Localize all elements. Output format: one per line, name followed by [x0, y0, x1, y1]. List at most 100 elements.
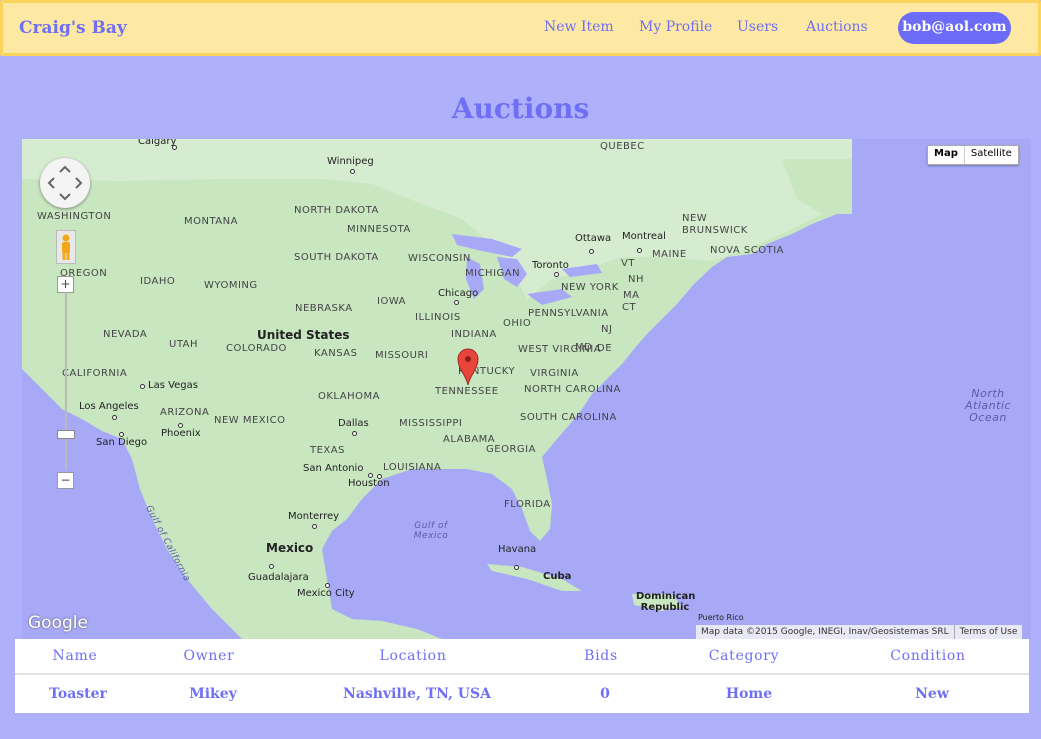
map-label-north-carolina: NORTH CAROLINA	[524, 384, 621, 395]
map-label-guadalajara: Guadalajara	[248, 572, 309, 583]
map-label-illinois: ILLINOIS	[415, 312, 461, 323]
map-label-georgia: GEORGIA	[486, 444, 536, 455]
terms-of-use-link[interactable]: Terms of Use	[953, 625, 1023, 639]
map-label-vt: VT	[621, 258, 635, 269]
map-city-dot	[454, 300, 459, 305]
map-city-dot	[589, 249, 594, 254]
map-label-san-diego: San Diego	[96, 437, 148, 448]
map-label-new-mexico: NEW MEXICO	[214, 415, 286, 426]
map-label-new-brunswick: NEW BRUNSWICK	[682, 213, 748, 236]
cell-owner: Mikey	[189, 686, 237, 702]
map-label-colorado: COLORADO	[226, 343, 287, 354]
header-location: Location	[379, 648, 447, 664]
auctions-table: Name Owner Location Bids Category Condit…	[15, 639, 1029, 713]
map-city-dot	[140, 384, 145, 389]
map-label-nova-scotia: NOVA SCOTIA	[710, 245, 784, 256]
brand-link[interactable]: Craig's Bay	[19, 18, 127, 38]
map-city-dot	[112, 415, 117, 420]
map-label-ma: MA	[623, 290, 640, 301]
map-label-quebec: QUEBEC	[600, 141, 645, 152]
map-label-cuba: Cuba	[543, 571, 572, 582]
pan-arrows-icon	[47, 165, 83, 201]
nav-auctions[interactable]: Auctions	[806, 19, 868, 35]
map-label-nevada: NEVADA	[103, 329, 148, 340]
header-owner: Owner	[183, 648, 235, 664]
map-label-tennessee: TENNESSEE	[435, 386, 499, 397]
cell-bids: 0	[600, 686, 610, 702]
cell-name[interactable]: Toaster	[49, 677, 107, 713]
map-city-dot	[312, 524, 317, 529]
map-label-washington: WASHINGTON	[37, 211, 112, 222]
nav-new-item[interactable]: New Item	[544, 19, 614, 35]
zoom-in-button[interactable]: +	[57, 276, 74, 293]
map-label-oklahoma: OKLAHOMA	[318, 391, 380, 402]
map-attribution: Map data ©2015 Google, INEGI, Inav/Geosi…	[696, 625, 1023, 639]
map-data-credit: Map data ©2015 Google, INEGI, Inav/Geosi…	[701, 627, 949, 637]
map-label-utah: UTAH	[169, 339, 199, 350]
map-label-dallas: Dallas	[338, 418, 369, 429]
map-label-monterrey: Monterrey	[288, 511, 340, 522]
map-label-arizona: ARIZONA	[160, 407, 210, 418]
page-title: Auctions	[451, 92, 590, 125]
map-label-california: CALIFORNIA	[62, 368, 128, 379]
google-logo: Google	[28, 613, 88, 633]
table-row[interactable]: Toaster Mikey Nashville, TN, USA 0 Home …	[15, 677, 1029, 713]
map-city-dot	[637, 248, 642, 253]
map-label-virginia: VIRGINIA	[530, 368, 579, 379]
map-label-mexico-city: Mexico City	[297, 588, 355, 599]
map-label-mexico: Mexico	[266, 541, 314, 555]
map-label-florida: FLORIDA	[504, 499, 551, 510]
map-label-md: MD	[575, 342, 593, 353]
map-label-new-york: NEW YORK	[561, 282, 619, 293]
cell-category: Home	[725, 686, 773, 702]
zoom-out-button[interactable]: −	[57, 472, 74, 489]
pan-control[interactable]	[40, 158, 90, 208]
map-label-south-carolina: SOUTH CAROLINA	[520, 412, 617, 423]
map-label-maine: MAINE	[652, 249, 687, 260]
zoom-slider-track[interactable]	[65, 292, 67, 470]
map-label-united-states: United States	[257, 328, 350, 342]
map-label-minnesota: MINNESOTA	[347, 224, 411, 235]
table-header-row: Name Owner Location Bids Category Condit…	[15, 639, 1029, 675]
nav-users[interactable]: Users	[737, 19, 778, 35]
map-label-wisconsin: WISCONSIN	[408, 253, 471, 264]
map-label-gulf-of-mexico: Gulf of Mexico	[413, 521, 449, 541]
map-city-dot	[514, 565, 519, 570]
map-label-san-antonio: San Antonio	[303, 463, 364, 474]
nav-my-profile[interactable]: My Profile	[639, 19, 712, 35]
user-email-button[interactable]: bob@aol.com	[898, 12, 1011, 44]
map-label-winnipeg: Winnipeg	[327, 156, 374, 167]
street-view-pegman-icon[interactable]	[56, 230, 76, 264]
map-label-missouri: MISSOURI	[375, 350, 429, 361]
map-label-puerto-rico: Puerto Rico	[698, 613, 744, 622]
map-label-montreal: Montreal	[622, 231, 666, 242]
map-label-montana: MONTANA	[184, 216, 238, 227]
map-label-nj: NJ	[601, 324, 613, 335]
map-label-michigan: MICHIGAN	[465, 268, 521, 279]
map-label-phoenix: Phoenix	[161, 428, 201, 439]
map-label-north-atlantic: North Atlantic Ocean	[964, 387, 1012, 424]
map-city-dot	[352, 431, 357, 436]
map-label-louisiana: LOUISIANA	[383, 462, 442, 473]
map-label-texas: TEXAS	[310, 445, 345, 456]
map-label-south-dakota: SOUTH DAKOTA	[294, 252, 379, 263]
map-label-chicago: Chicago	[438, 288, 479, 299]
map-label-iowa: IOWA	[377, 296, 407, 307]
map-label-dominican-republic: Dominican Republic	[636, 591, 696, 613]
map-label-los-angeles: Los Angeles	[79, 401, 139, 412]
map-label-toronto: Toronto	[532, 260, 569, 271]
map-label-pennsylvania: PENNSYLVANIA	[528, 308, 609, 319]
map-type-satellite-button[interactable]: Satellite	[965, 146, 1018, 164]
map-label-houston: Houston	[348, 478, 390, 489]
map-label-havana: Havana	[498, 544, 537, 555]
zoom-slider-handle[interactable]	[57, 430, 75, 439]
map-type-control: Map Satellite	[927, 145, 1019, 165]
header-category: Category	[708, 648, 780, 664]
map-city-dot	[554, 272, 559, 277]
auction-map[interactable]: QUEBEC WASHINGTON MONTANA NORTH DAKOTA M…	[22, 139, 1031, 639]
map-label-ohio: OHIO	[503, 318, 532, 329]
map-type-map-button[interactable]: Map	[928, 146, 965, 164]
map-label-idaho: IDAHO	[140, 276, 176, 287]
map-label-nh: NH	[628, 274, 644, 285]
header-name: Name	[52, 648, 98, 664]
